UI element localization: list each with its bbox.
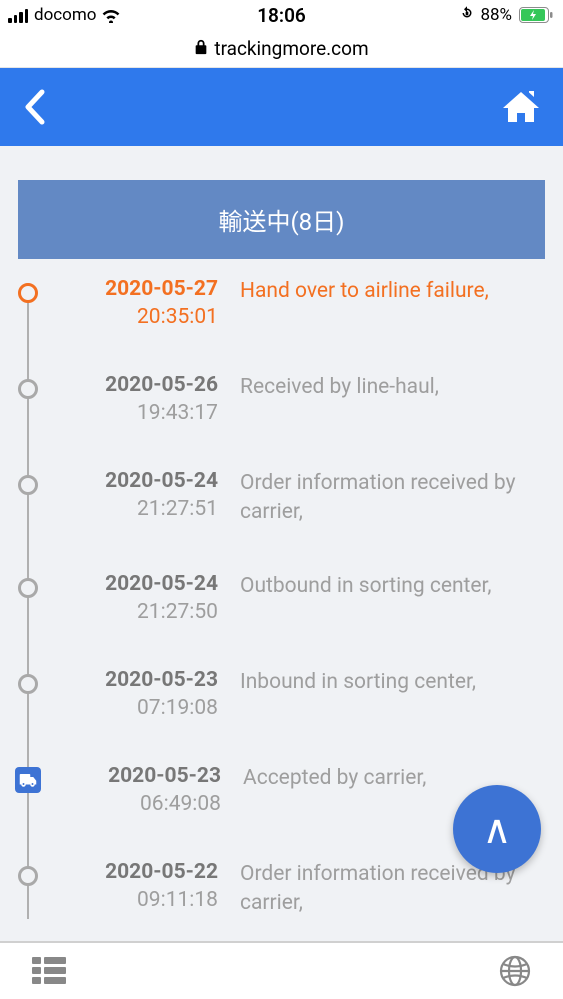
globe-button[interactable] (499, 955, 531, 987)
timeline-node-icon (18, 866, 38, 886)
scroll-top-button[interactable]: ∧ (453, 785, 541, 873)
timeline-node-icon (18, 475, 38, 495)
event-description: Hand over to airline failure, (240, 277, 545, 329)
event-datetime: 2020-05-23 06:49:08 (69, 764, 221, 816)
event-date: 2020-05-22 (66, 860, 218, 884)
event-datetime: 2020-05-24 21:27:50 (66, 572, 218, 624)
timeline-node-icon (18, 674, 38, 694)
timeline-node-icon (18, 283, 38, 303)
app-header (0, 68, 563, 146)
event-time: 20:35:01 (66, 305, 218, 329)
timeline-event: 2020-05-27 20:35:01 Hand over to airline f… (18, 277, 545, 373)
timeline-node-icon (18, 578, 38, 598)
shipment-status-label: 輸送中(8日) (218, 208, 344, 236)
lock-icon (194, 37, 208, 60)
rotation-lock-icon (458, 4, 476, 27)
ios-status-bar: docomo 18:06 88% (0, 0, 563, 30)
event-date: 2020-05-27 (66, 277, 218, 301)
home-button[interactable] (501, 90, 541, 124)
carrier-label: docomo (34, 5, 96, 25)
browser-url-bar[interactable]: trackingmore.com (0, 30, 563, 68)
event-datetime: 2020-05-27 20:35:01 (66, 277, 218, 329)
event-date: 2020-05-23 (66, 668, 218, 692)
status-right: 88% (458, 4, 553, 27)
event-datetime: 2020-05-22 09:11:18 (66, 860, 218, 919)
timeline-event: 2020-05-23 07:19:08 Inbound in sorting cen… (18, 668, 545, 764)
truck-icon (15, 767, 41, 793)
list-view-button[interactable] (32, 957, 66, 985)
battery-icon (519, 7, 553, 23)
event-time: 21:27:51 (66, 497, 218, 521)
status-left: docomo (8, 5, 122, 25)
event-datetime: 2020-05-26 19:43:17 (66, 373, 218, 425)
shipment-status-banner: 輸送中(8日) (18, 180, 545, 259)
timeline-event: 2020-05-24 21:27:51 Order information rece… (18, 469, 545, 572)
event-date: 2020-05-24 (66, 572, 218, 596)
event-time: 09:11:18 (66, 888, 218, 912)
event-description: Inbound in sorting center, (240, 668, 545, 720)
timeline-event: 2020-05-24 21:27:50 Outbound in sorting ce… (18, 572, 545, 668)
event-description: Order information received by carrier, (240, 469, 545, 528)
page-body: 輸送中(8日) 2020-05-27 20:35:01 Hand over to a… (0, 146, 563, 941)
event-datetime: 2020-05-24 21:27:51 (66, 469, 218, 528)
event-time: 07:19:08 (66, 696, 218, 720)
timeline-event: 2020-05-26 19:43:17 Received by line-haul, (18, 373, 545, 469)
event-date: 2020-05-23 (69, 764, 221, 788)
event-time: 21:27:50 (66, 600, 218, 624)
event-description: Outbound in sorting center, (240, 572, 545, 624)
timeline-node-icon (18, 379, 38, 399)
event-time: 06:49:08 (69, 792, 221, 816)
back-button[interactable] (22, 88, 46, 126)
event-date: 2020-05-26 (66, 373, 218, 397)
battery-percent: 88% (480, 5, 512, 25)
caret-up-icon: ∧ (482, 806, 511, 853)
url-domain: trackingmore.com (214, 37, 368, 60)
bottom-tab-bar (0, 941, 563, 999)
event-description: Received by line-haul, (240, 373, 545, 425)
wifi-icon (100, 7, 122, 23)
signal-icon (8, 8, 28, 23)
event-date: 2020-05-24 (66, 469, 218, 493)
event-datetime: 2020-05-23 07:19:08 (66, 668, 218, 720)
clock: 18:06 (257, 4, 306, 27)
event-time: 19:43:17 (66, 401, 218, 425)
timeline-event: 2020-05-2209:11:18Order information rece… (18, 860, 545, 919)
